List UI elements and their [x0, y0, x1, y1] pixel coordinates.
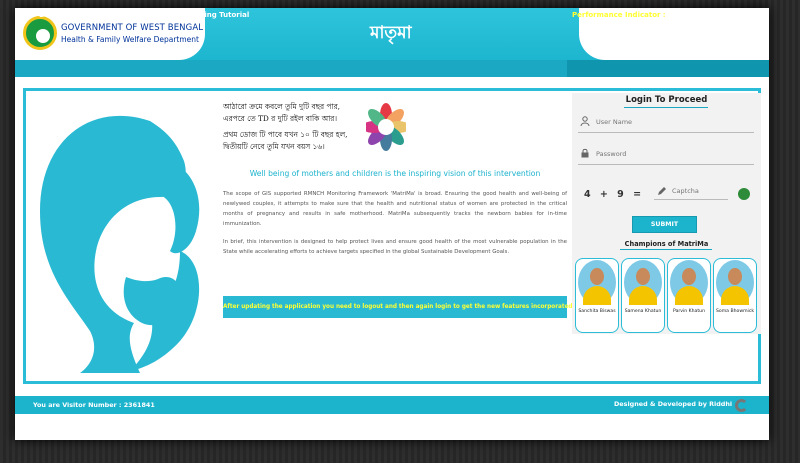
- nav-map[interactable]: Map: [703, 11, 720, 19]
- nav-download-dropdown[interactable]: Download ▾: [39, 11, 84, 19]
- captcha-question: 4 + 9 =: [584, 189, 642, 200]
- password-field: [578, 143, 754, 165]
- username-field: [578, 111, 754, 133]
- champion-name: Samena Khatun: [624, 309, 662, 314]
- matrima-flower-logo-icon: [366, 103, 406, 151]
- champion-photo: [670, 260, 708, 305]
- navbar-right-section: [567, 60, 769, 77]
- champion-name: Soma Bhowmick: [715, 309, 755, 314]
- west-bengal-emblem-icon: [23, 16, 57, 50]
- footer: You are Visitor Number : 2361841 Designe…: [15, 396, 769, 414]
- intro-paragraph: The scope of GIS supported RMNCH Monitor…: [223, 191, 567, 227]
- government-name: GOVERNMENT OF WEST BENGAL: [61, 23, 204, 33]
- bengali-line: প্রথম ডোজ টি পাবে যখন ১০ টি বছর হল,: [223, 130, 348, 139]
- nav-top-performers[interactable]: Top Performers: [96, 11, 156, 19]
- bengali-line: এরপরে তে TD র দুটি রইল বাকি আর।: [223, 114, 337, 123]
- login-title: Login To Proceed: [625, 95, 708, 105]
- submit-button[interactable]: SUBMIT: [632, 216, 697, 233]
- pencil-icon: [658, 187, 666, 195]
- captcha-refresh-icon[interactable]: [738, 188, 750, 200]
- bengali-line: আঠারো ক্রমে কবলে তুমি দুটি বছর পার,: [223, 102, 341, 111]
- user-icon: [580, 116, 590, 126]
- lock-icon: [581, 148, 589, 158]
- champion-photo: [716, 260, 754, 305]
- department-name: Health & Family Welfare Department: [61, 35, 199, 44]
- password-input[interactable]: [596, 146, 746, 162]
- bengali-verse: আঠারো ক্রমে কবলে তুমি দুটি বছর পার, এরপর…: [223, 101, 347, 153]
- champion-photo: [578, 260, 616, 305]
- tagline: Well being of mothers and children is th…: [249, 169, 541, 178]
- champions-title-underline: [620, 249, 712, 250]
- update-notice: After updating the application you need …: [223, 296, 575, 318]
- intro-paragraphs: The scope of GIS supported RMNCH Monitor…: [223, 189, 567, 257]
- app-title: মাতৃমা: [370, 23, 412, 43]
- main-content: আঠারো ক্রমে কবলে তুমি দুটি বছর পার, এরপর…: [23, 88, 761, 384]
- page-container: GOVERNMENT OF WEST BENGAL Health & Famil…: [15, 8, 769, 440]
- nav-report[interactable]: Report: [664, 11, 691, 19]
- mother-child-illustration: [40, 115, 200, 374]
- nav-chart[interactable]: Chart: [734, 11, 756, 19]
- login-panel: Login To Proceed 4 + 9 = SUBMIT Champion…: [572, 93, 761, 334]
- visitor-counter: You are Visitor Number : 2361841: [33, 401, 155, 409]
- username-input[interactable]: [596, 114, 746, 130]
- champion-name: Sanchita Biswas: [578, 309, 616, 314]
- champions-title: Champions of MatriMa: [624, 240, 709, 248]
- captcha-input[interactable]: [672, 184, 726, 198]
- champion-card[interactable]: Parvin Khatun: [667, 258, 711, 333]
- designed-by: Designed & Developed by Riddhi: [614, 400, 733, 408]
- champion-card[interactable]: Soma Bhowmick: [713, 258, 757, 333]
- captcha-field: [654, 182, 728, 200]
- champion-card[interactable]: Sanchita Biswas: [575, 258, 619, 333]
- nav-performance-indicator-label: Performance Indicator :: [572, 11, 666, 19]
- champion-card[interactable]: Samena Khatun: [621, 258, 665, 333]
- nav-breastfeeding-tutorial[interactable]: Breastfeeding Tutorial: [161, 11, 249, 19]
- champion-name: Parvin Khatun: [673, 309, 705, 314]
- riddhi-logo-icon[interactable]: [735, 399, 748, 412]
- champion-photo: [624, 260, 662, 305]
- bengali-line: দ্বিতীয়টি নেবে তুমি যখন বয়স ১৬।: [223, 142, 325, 151]
- intro-paragraph: In brief, this intervention is designed …: [223, 239, 567, 255]
- login-title-underline: [624, 107, 708, 108]
